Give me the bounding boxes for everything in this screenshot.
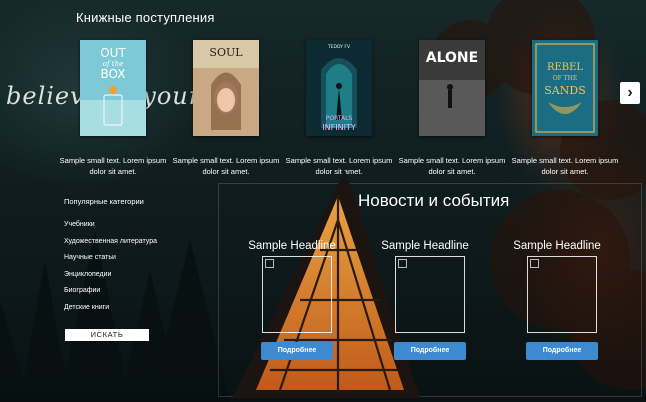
news-headline: Sample Headline xyxy=(513,240,601,252)
more-button[interactable]: Подробнее xyxy=(394,342,466,360)
news-image-placeholder xyxy=(395,256,465,333)
news-headline: Sample Headline xyxy=(248,240,336,252)
news-image-placeholder xyxy=(527,256,597,333)
more-button[interactable]: Подробнее xyxy=(261,342,333,360)
more-button[interactable]: Подробнее xyxy=(526,342,598,360)
news-title: Новости и события xyxy=(358,191,510,210)
news-headline: Sample Headline xyxy=(381,240,469,252)
page: Книжные поступления believe in yourself … xyxy=(0,0,646,402)
broken-image-icon xyxy=(265,259,274,268)
broken-image-icon xyxy=(530,259,539,268)
broken-image-icon xyxy=(398,259,407,268)
news-image-placeholder xyxy=(262,256,332,333)
